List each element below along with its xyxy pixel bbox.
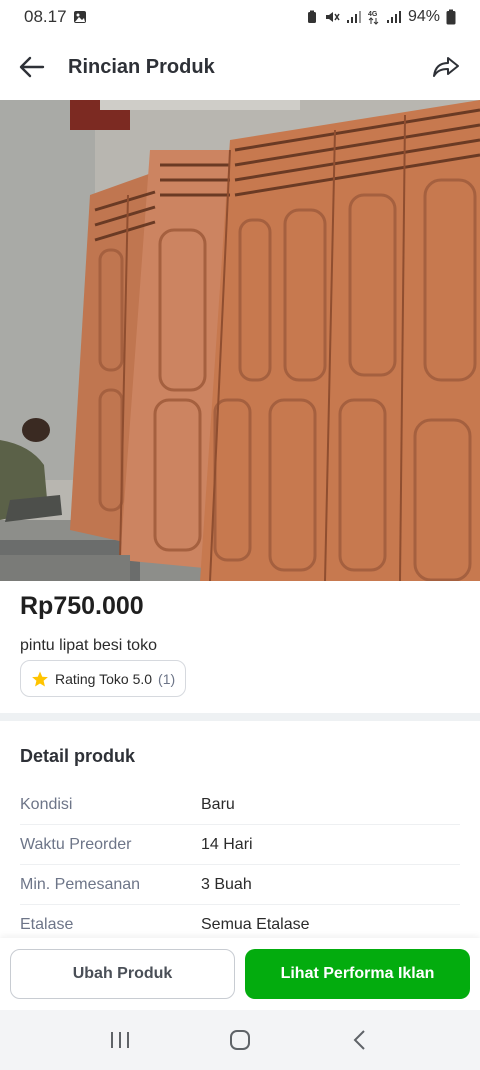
product-price: Rp750.000: [20, 592, 144, 620]
detail-value[interactable]: Semua Etalase: [201, 916, 310, 934]
image-icon: [73, 11, 86, 23]
product-image[interactable]: [0, 100, 480, 581]
detail-row-preorder: Waktu Preorder 14 Hari: [20, 825, 460, 865]
battery-saver-icon: [307, 10, 316, 23]
detail-label: Etalase: [20, 915, 74, 933]
product-name: pintu lipat besi toko: [20, 637, 157, 654]
bottom-action-bar: Ubah Produk Lihat Performa Iklan: [0, 938, 480, 1010]
home-icon: [230, 1030, 250, 1050]
svg-text:4G: 4G: [368, 11, 378, 18]
page-title: Rincian Produk: [68, 55, 215, 78]
detail-label: Min. Pemesanan: [20, 875, 141, 893]
section-divider: [0, 713, 480, 721]
status-left: 08.17: [24, 7, 87, 27]
app-bar: Rincian Produk: [0, 34, 480, 100]
detail-list: Kondisi Baru Waktu Preorder 14 Hari Min.…: [20, 785, 460, 945]
store-rating-chip[interactable]: Rating Toko 5.0 (1): [20, 660, 187, 697]
arrow-left-icon: [19, 56, 45, 78]
status-bar: 08.17 4G 94%: [0, 0, 480, 34]
detail-value: Baru: [201, 795, 235, 813]
mute-icon: [325, 12, 340, 22]
back-button[interactable]: [16, 51, 48, 83]
status-right: 4G 94%: [306, 8, 456, 26]
detail-label: Kondisi: [20, 795, 73, 813]
signal-icon: [346, 11, 361, 23]
rating-label: Rating Toko 5.0: [55, 670, 153, 687]
star-icon: [32, 671, 48, 686]
detail-value: 3 Buah: [201, 875, 252, 893]
detail-value: 14 Hari: [201, 835, 253, 853]
signal-icon: [386, 11, 401, 23]
system-nav-bar: [0, 1010, 480, 1070]
status-time: 08.17: [24, 7, 67, 26]
recent-apps-button[interactable]: [100, 1020, 140, 1060]
detail-section-title: Detail produk: [20, 746, 136, 766]
detail-row-condition: Kondisi Baru: [20, 785, 460, 825]
home-button[interactable]: [220, 1020, 260, 1060]
battery-percent: 94%: [407, 8, 440, 25]
4g-icon: 4G: [368, 11, 379, 25]
battery-icon: [446, 9, 456, 25]
detail-row-min-order: Min. Pemesanan 3 Buah: [20, 865, 460, 905]
recent-apps-icon: [111, 1032, 129, 1048]
share-icon: [433, 57, 459, 77]
folding-door-photo: [0, 100, 480, 581]
detail-label: Waktu Preorder: [20, 835, 132, 853]
back-icon: [353, 1030, 365, 1050]
system-back-button[interactable]: [340, 1020, 380, 1060]
view-ad-performance-button[interactable]: Lihat Performa Iklan: [245, 949, 470, 999]
edit-product-button[interactable]: Ubah Produk: [10, 949, 235, 999]
rating-count: (1): [158, 670, 176, 687]
share-button[interactable]: [428, 49, 464, 85]
